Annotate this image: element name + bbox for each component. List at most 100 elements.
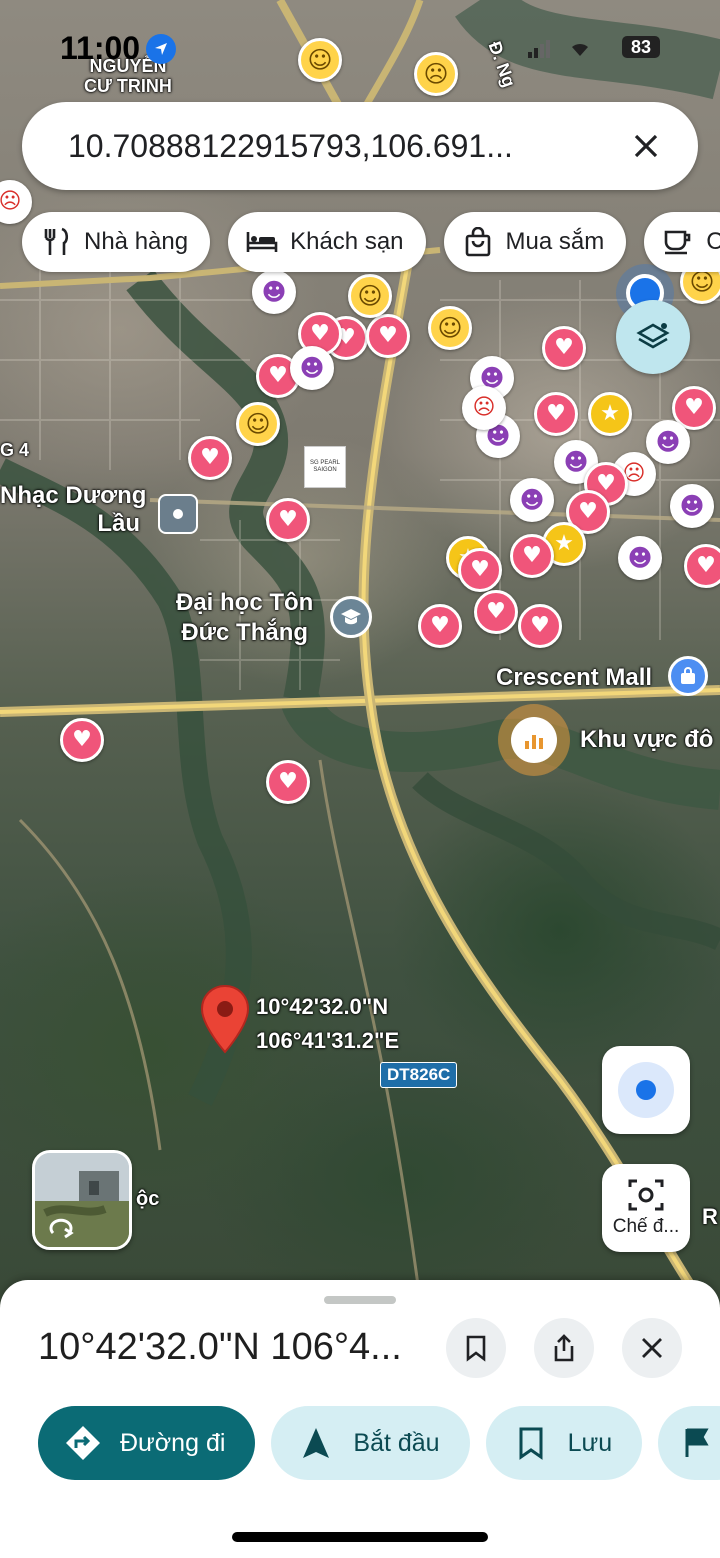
pin-latitude-label: 10°42'32.0"N	[256, 994, 389, 1019]
red-face-pin[interactable]: ☹	[462, 386, 506, 430]
place-title: 10°42'32.0"N 106°4...	[38, 1326, 402, 1368]
heart-pin[interactable]: ♥	[418, 604, 462, 648]
heart-pin[interactable]: ♥	[474, 590, 518, 634]
home-indicator	[232, 1532, 488, 1542]
scared-emoji-pin[interactable]: ☹	[414, 52, 458, 96]
map-label-crescent-mall: Crescent Mall	[496, 664, 653, 691]
bookmark-icon	[512, 1424, 550, 1462]
devil-emoji-icon: ☻	[563, 448, 589, 476]
lens-mode-button[interactable]: Chế đ...	[602, 1164, 690, 1252]
chip-label: Mua sắm	[505, 228, 605, 255]
devil-emoji-pin[interactable]: ☻	[670, 484, 714, 528]
devil-emoji-icon: ☻	[299, 354, 325, 382]
sg-pearl-text: SG PEARL SAIGON	[309, 460, 340, 473]
drag-handle[interactable]	[324, 1296, 396, 1304]
heart-pin[interactable]: ♥	[542, 326, 586, 370]
devil-emoji-pin[interactable]: ☻	[618, 536, 662, 580]
save-bookmark-button[interactable]	[446, 1318, 506, 1378]
flag-icon	[678, 1424, 716, 1462]
heart-pin[interactable]: ♥	[188, 436, 232, 480]
red-face-icon: ☹	[472, 395, 496, 420]
smile-emoji-icon: ☺	[307, 46, 333, 74]
dropped-pin[interactable]	[200, 984, 250, 1056]
directions-icon	[64, 1424, 102, 1462]
heart-icon: ♥	[486, 599, 506, 624]
heart-icon: ♥	[696, 553, 716, 578]
sg-pearl-logo[interactable]: SG PEARL SAIGON	[304, 446, 346, 488]
heart-icon: ♥	[596, 471, 616, 496]
share-button[interactable]	[534, 1318, 594, 1378]
map-label-poc: ộc	[136, 1188, 160, 1210]
chip-hotels[interactable]: Khách sạn	[228, 212, 426, 272]
camera-lens-icon	[628, 1179, 664, 1211]
laughing-emoji-pin[interactable]: ☺	[348, 274, 392, 318]
my-location-button[interactable]	[602, 1046, 690, 1134]
shopping-bag-icon[interactable]	[668, 656, 708, 696]
devil-emoji-icon: ☻	[679, 492, 705, 520]
heart-icon: ♥	[470, 557, 490, 582]
close-sheet-button[interactable]	[622, 1318, 682, 1378]
heart-pin[interactable]: ♥	[684, 544, 720, 588]
star-icon: ★	[554, 531, 574, 556]
devil-emoji-icon: ☻	[261, 278, 287, 306]
chip-coffee[interactable]: C	[644, 212, 720, 272]
street-view-image	[35, 1153, 129, 1247]
map-label-ton-duc-thang: Đại học Tôn Đức Thắng	[176, 589, 314, 646]
battery-indicator: 83	[622, 36, 660, 58]
heart-icon: ♥	[684, 395, 704, 420]
map-label-r: R	[702, 1204, 718, 1229]
laughing-emoji-icon: ☺	[245, 410, 271, 438]
restaurant-icon	[40, 226, 72, 258]
devil-emoji-pin[interactable]: ☻	[252, 270, 296, 314]
chip-shopping[interactable]: Mua sắm	[443, 212, 627, 272]
devil-emoji-icon: ☻	[655, 428, 681, 456]
pin-longitude-label: 106°41'31.2"E	[256, 1028, 400, 1053]
heart-pin[interactable]: ♥	[366, 314, 410, 358]
coffee-icon	[662, 226, 694, 258]
directions-label: Đường đi	[120, 1428, 226, 1457]
devil-emoji-pin[interactable]: ☻	[646, 420, 690, 464]
heart-pin[interactable]: ♥	[458, 548, 502, 592]
area-highlight-icon[interactable]	[498, 704, 570, 776]
heart-pin[interactable]: ♥	[266, 498, 310, 542]
heart-icon: ♥	[430, 613, 450, 638]
share-icon	[554, 1334, 574, 1362]
laughing-emoji-icon: ☺	[437, 314, 463, 342]
heart-icon: ♥	[530, 613, 550, 638]
devil-emoji-pin[interactable]: ☻	[290, 346, 334, 390]
heart-pin[interactable]: ♥	[534, 392, 578, 436]
heart-pin[interactable]: ♥	[518, 604, 562, 648]
layers-icon	[636, 323, 670, 349]
lens-mode-label: Chế đ...	[612, 1216, 680, 1237]
layers-button[interactable]	[616, 300, 690, 374]
university-icon[interactable]	[330, 596, 372, 638]
directions-button[interactable]: Đường đi	[38, 1406, 256, 1480]
heart-pin[interactable]: ♥	[510, 534, 554, 578]
map-label-khu-vuc: Khu vực đô	[580, 726, 714, 753]
place-square-icon[interactable]	[158, 494, 198, 534]
chip-restaurants[interactable]: Nhà hàng	[22, 212, 211, 272]
close-icon[interactable]	[624, 124, 668, 168]
search-bar[interactable]: 10.70888122915793,106.691...	[22, 102, 698, 190]
scared-emoji-icon: ☹	[423, 60, 449, 88]
map-label-nhac-duong-lau: Nhạc Dương Lầu	[0, 482, 147, 537]
devil-emoji-icon: ☻	[627, 544, 653, 572]
start-button[interactable]: Bắt đầu	[271, 1406, 470, 1480]
star-pin[interactable]: ★	[588, 392, 632, 436]
shopping-icon	[462, 226, 494, 258]
street-view-thumbnail[interactable]	[32, 1150, 132, 1250]
map-label-district: G 4	[0, 440, 30, 460]
more-action-button[interactable]	[658, 1406, 720, 1480]
devil-emoji-pin[interactable]: ☻	[510, 478, 554, 522]
heart-icon: ♥	[522, 543, 542, 568]
search-input[interactable]: 10.70888122915793,106.691...	[68, 128, 624, 165]
save-button[interactable]: Lưu	[485, 1406, 643, 1480]
smile-emoji-pin[interactable]: ☺	[298, 38, 342, 82]
heart-pin[interactable]: ♥	[60, 718, 104, 762]
heart-pin[interactable]: ♥	[266, 760, 310, 804]
heart-icon: ♥	[378, 323, 398, 348]
laughing-emoji-pin[interactable]: ☺	[428, 306, 472, 350]
heart-icon: ♥	[268, 363, 288, 388]
laughing-emoji-pin[interactable]: ☺	[236, 402, 280, 446]
action-buttons-row: Đường đi Bắt đầu Lưu	[38, 1406, 720, 1480]
